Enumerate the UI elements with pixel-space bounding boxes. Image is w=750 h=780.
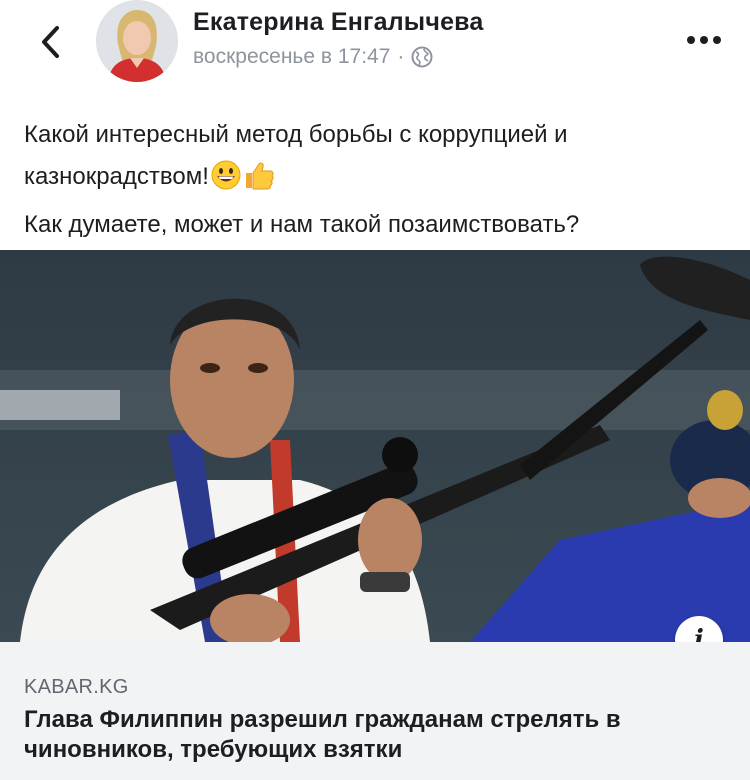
more-options-button[interactable]	[680, 22, 728, 58]
link-domain: KABAR.KG	[24, 676, 129, 698]
back-button[interactable]	[30, 22, 70, 62]
avatar[interactable]	[96, 0, 178, 82]
thumbs-up-emoji	[243, 160, 275, 204]
post-text-line: казнокрадством!	[24, 156, 724, 204]
chevron-left-icon	[42, 26, 59, 58]
globe-icon	[411, 46, 433, 68]
post-text: Какой интересный метод борьбы с коррупци…	[24, 114, 724, 246]
link-preview-image[interactable]	[0, 250, 750, 642]
more-dots-icon	[687, 36, 721, 44]
meta-separator: ·	[397, 45, 405, 68]
post-meta: воскресенье в 17:47 ·	[193, 45, 433, 69]
link-headline[interactable]: Глава Филиппин разрешил гражданам стреля…	[24, 705, 734, 765]
post-timestamp[interactable]: воскресенье в 17:47	[193, 45, 390, 69]
author-name[interactable]: Екатерина Енгалычева	[193, 8, 484, 37]
grinning-face-emoji	[211, 160, 241, 204]
post-text-line: Как думаете, может и нам такой позаимств…	[24, 211, 580, 238]
post-text-line: Какой интересный метод борьбы с коррупци…	[24, 121, 568, 148]
post-header: Екатерина Енгалычева воскресенье в 17:47…	[0, 0, 750, 100]
